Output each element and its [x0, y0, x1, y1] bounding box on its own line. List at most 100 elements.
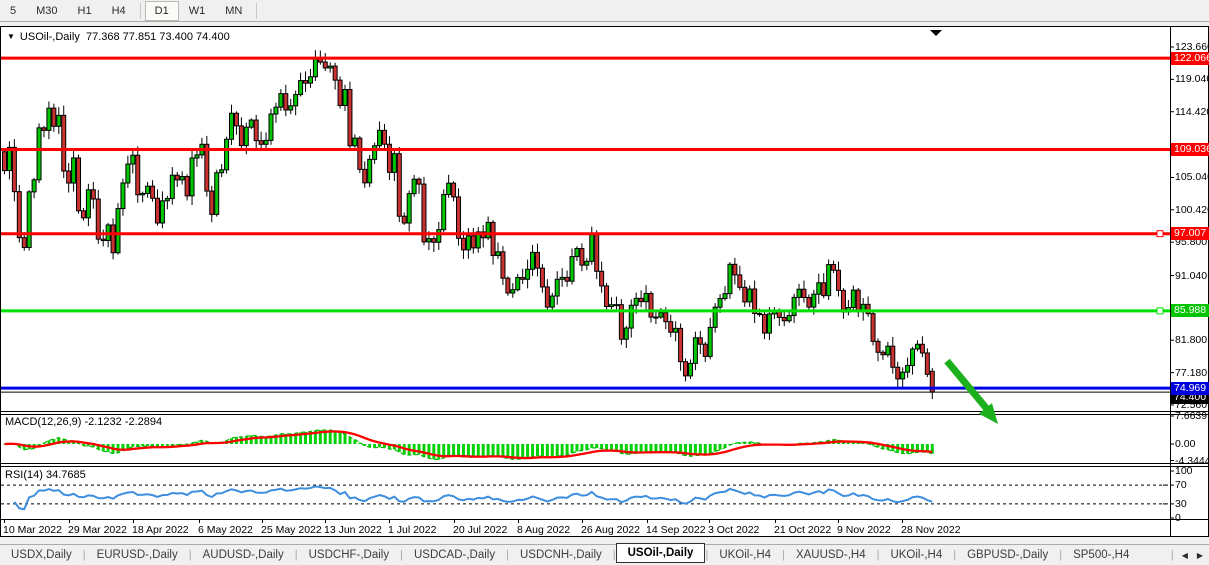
candle-body — [501, 252, 505, 278]
date-axis-label: 18 Apr 2022 — [132, 524, 189, 536]
candle-body — [412, 179, 416, 193]
symbol-tab-usdcnh-daily[interactable]: USDCNH-,Daily — [509, 547, 613, 563]
symbol-tab-xauusd-h4[interactable]: XAUUSD-,H4 — [785, 547, 877, 563]
candle-body — [121, 183, 125, 209]
candle-body — [116, 209, 120, 253]
timeframe-button-d1[interactable]: D1 — [145, 1, 179, 21]
macd-histogram-bar — [709, 444, 712, 454]
symbol-tab-usdcad-daily[interactable]: USDCAD-,Daily — [403, 547, 506, 563]
candle-body — [565, 277, 569, 281]
symbol-tab-usdchf-daily[interactable]: USDCHF-,Daily — [298, 547, 401, 563]
candle-body — [708, 327, 712, 356]
macd-histogram-bar — [575, 444, 578, 451]
macd-histogram-bar — [566, 444, 569, 455]
timeframe-button-5[interactable]: 5 — [0, 1, 26, 21]
date-axis-label: 3 Oct 2022 — [708, 524, 759, 536]
candle-body — [624, 328, 628, 339]
candle-body — [600, 271, 604, 286]
candle-body — [605, 286, 609, 307]
candle-body — [570, 257, 574, 282]
trend-arrow-shaft[interactable] — [947, 361, 987, 409]
candle-body — [57, 115, 61, 126]
candle-body — [526, 269, 530, 279]
rsi-line — [14, 486, 932, 509]
timeframe-button-m30[interactable]: M30 — [26, 1, 67, 21]
candle-body — [368, 159, 372, 182]
timeframe-button-w1[interactable]: W1 — [179, 1, 216, 21]
candle-body — [901, 372, 905, 379]
symbol-tab-usdx-daily[interactable]: USDX,Daily — [0, 547, 83, 563]
candle-body — [684, 362, 688, 376]
symbol-tab-usoil-daily[interactable]: USOil-,Daily — [616, 543, 706, 563]
price-axis-label: 100.420 — [1175, 204, 1209, 216]
timeframe-button-mn[interactable]: MN — [215, 1, 252, 21]
candle-body — [382, 130, 386, 144]
macd-histogram-bar — [427, 444, 430, 458]
symbol-tab-eurusd-daily[interactable]: EURUSD-,Daily — [86, 547, 189, 563]
candle-body — [738, 275, 742, 287]
macd-histogram-bar — [378, 444, 381, 447]
candle-body — [289, 106, 293, 110]
tab-scroll-right-button[interactable]: ▶ — [1194, 549, 1206, 562]
symbol-tab-sp500-h4[interactable]: SP500-,H4 — [1062, 547, 1140, 563]
macd-histogram-bar — [571, 444, 574, 453]
candle-body — [654, 317, 658, 318]
candle-body — [817, 283, 821, 294]
symbol-tab-ukoil-h4[interactable]: UKOil-,H4 — [879, 547, 953, 563]
symbol-tab-gbpusd-daily[interactable]: GBPUSD-,Daily — [956, 547, 1059, 563]
candle-body — [151, 186, 155, 198]
candle-body — [101, 239, 105, 240]
candle-body — [91, 190, 95, 199]
candle-body — [792, 297, 796, 315]
candle-body — [674, 328, 678, 332]
candle-body — [896, 367, 900, 379]
timeframe-button-h4[interactable]: H4 — [102, 1, 136, 21]
macd-axis-label: 7.6639 — [1175, 410, 1207, 422]
macd-histogram-bar — [467, 444, 470, 457]
candle-body — [580, 249, 584, 266]
candle-body — [531, 252, 535, 269]
candle-body — [461, 238, 465, 250]
price-axis-label: 91.040 — [1175, 270, 1207, 282]
price-axis-label: 77.180 — [1175, 367, 1207, 379]
candle-body — [471, 236, 475, 248]
date-axis-label: 13 Jun 2022 — [324, 524, 382, 536]
macd-indicator-label: MACD(12,26,9) -2.1232 -2.2894 — [5, 416, 162, 428]
candle-body — [782, 317, 786, 320]
candle-body — [264, 140, 268, 144]
chart-plot[interactable] — [1, 27, 1208, 536]
hline-handle[interactable] — [1157, 308, 1163, 314]
date-axis-label: 20 Jul 2022 — [453, 524, 507, 536]
candle-body — [452, 183, 456, 197]
candle-body — [743, 287, 747, 302]
symbol-tab-ukoil-h4[interactable]: UKOil-,H4 — [708, 547, 782, 563]
candle-body — [521, 277, 525, 279]
macd-histogram-bar — [753, 443, 756, 444]
price-line-badge: 74.969 — [1171, 382, 1209, 395]
price-line-badge: 109.036 — [1171, 143, 1209, 156]
macd-histogram-bar — [561, 444, 564, 456]
candle-body — [787, 316, 791, 321]
candle-body — [466, 236, 470, 250]
candle-body — [131, 155, 135, 164]
candle-body — [659, 313, 663, 317]
rsi-axis-label: 70 — [1175, 479, 1187, 491]
rsi-indicator-label: RSI(14) 34.7685 — [5, 469, 86, 481]
candle-body — [17, 192, 21, 238]
macd-histogram-bar — [413, 444, 416, 455]
price-line-badge: 85.988 — [1171, 304, 1209, 317]
macd-histogram-bar — [477, 444, 480, 457]
symbol-tab-audusd-daily[interactable]: AUDUSD-,Daily — [192, 547, 295, 563]
candle-body — [634, 298, 638, 305]
candle-body — [832, 265, 836, 271]
candle-body — [644, 293, 648, 301]
candle-body — [136, 155, 140, 195]
candle-body — [333, 66, 337, 80]
candle-body — [906, 365, 910, 372]
candle-body — [170, 175, 174, 198]
macd-histogram-bar — [457, 444, 460, 456]
tab-scroll-left-button[interactable]: ◀ — [1179, 549, 1191, 562]
timeframe-button-h1[interactable]: H1 — [68, 1, 102, 21]
hline-handle[interactable] — [1157, 231, 1163, 237]
candle-body — [550, 296, 554, 307]
